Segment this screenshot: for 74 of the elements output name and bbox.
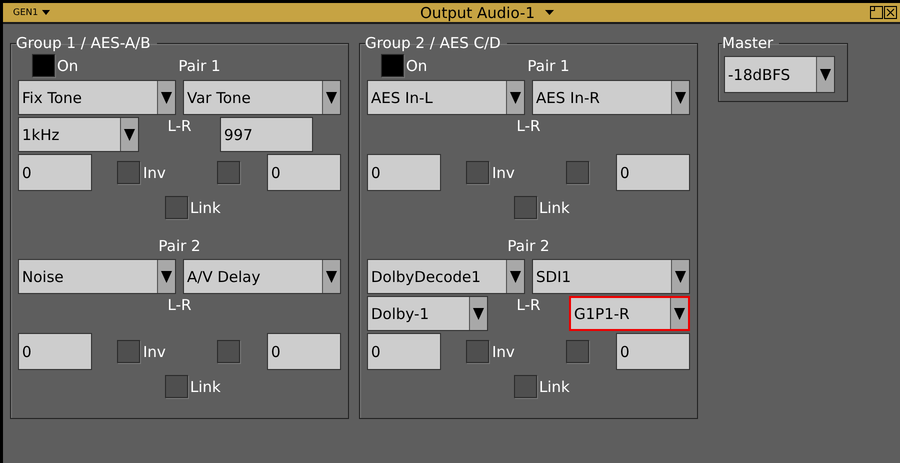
input-field[interactable]: 0 <box>616 154 690 191</box>
pair-label: Pair 2 <box>507 237 550 255</box>
close-icon[interactable] <box>884 6 897 19</box>
checkbox[interactable] <box>381 54 404 77</box>
routing-label: L-R <box>516 296 542 314</box>
checkbox-label: Inv <box>492 164 515 182</box>
checkbox[interactable] <box>566 161 589 184</box>
caret-icon <box>675 270 686 284</box>
input-field[interactable]: 0 <box>267 333 341 370</box>
checkbox[interactable] <box>165 375 188 398</box>
pair-label: Pair 1 <box>527 57 570 75</box>
input-field[interactable]: 0 <box>367 154 441 191</box>
input-field[interactable]: 997 <box>220 117 313 152</box>
checkbox-label: On <box>406 56 428 74</box>
dropdown[interactable]: Var Tone <box>183 80 341 115</box>
input-field[interactable]: 0 <box>18 154 92 191</box>
dropdown[interactable]: SDI1 <box>532 259 690 294</box>
dropdown[interactable]: G1P1-R <box>569 296 690 331</box>
caret-icon <box>161 270 172 284</box>
checkbox-label: Link <box>539 378 570 396</box>
checkbox-label: Inv <box>143 342 166 360</box>
dropdown[interactable]: -18dBFS <box>724 56 835 93</box>
checkbox[interactable] <box>566 340 589 363</box>
dropdown[interactable]: Fix Tone <box>18 80 176 115</box>
dropdown[interactable]: AES In-L <box>367 80 525 115</box>
checkbox[interactable] <box>217 161 240 184</box>
checkbox-label: Link <box>190 378 221 396</box>
dropdown[interactable]: Noise <box>18 259 176 294</box>
window-title: Output Audio-1 <box>420 4 535 22</box>
checkbox[interactable] <box>466 161 489 184</box>
routing-label: L-R <box>166 117 192 135</box>
checkbox[interactable] <box>466 340 489 363</box>
input-field[interactable]: 0 <box>267 154 341 191</box>
caret-icon <box>326 90 337 104</box>
caret-icon <box>42 10 50 15</box>
maximize-icon[interactable] <box>870 6 883 19</box>
caret-icon <box>675 90 686 104</box>
caret-icon <box>510 90 521 104</box>
input-field[interactable]: 0 <box>367 333 441 370</box>
caret-icon <box>124 128 135 142</box>
caret-icon <box>820 68 831 82</box>
dropdown[interactable]: 1kHz <box>18 117 139 152</box>
caret-icon <box>510 270 521 284</box>
group-title: Group 2 / AES C/D <box>365 34 502 52</box>
checkbox[interactable] <box>165 196 188 219</box>
checkbox-label: Link <box>539 198 570 216</box>
caret-icon <box>473 306 484 320</box>
pair-label: Pair 1 <box>178 57 221 75</box>
dropdown[interactable]: A/V Delay <box>183 259 341 294</box>
pair-label: Pair 2 <box>158 237 201 255</box>
group-title: Master <box>722 34 774 52</box>
checkbox[interactable] <box>117 340 140 363</box>
checkbox-label: Inv <box>143 164 166 182</box>
dropdown[interactable]: DolbyDecode1 <box>367 259 525 294</box>
dropdown[interactable]: AES In-R <box>532 80 690 115</box>
caret-icon <box>326 270 337 284</box>
caret-icon <box>161 90 172 104</box>
checkbox[interactable] <box>32 54 55 77</box>
input-field[interactable]: 0 <box>18 333 92 370</box>
checkbox[interactable] <box>217 340 240 363</box>
caret-icon[interactable] <box>544 10 554 15</box>
menu-button[interactable]: GEN1 <box>13 8 50 18</box>
caret-icon <box>674 306 685 320</box>
group-title: Group 1 / AES-A/B <box>16 34 152 52</box>
checkbox-label: Link <box>190 198 221 216</box>
checkbox-label: Inv <box>492 342 515 360</box>
checkbox-label: On <box>57 56 78 74</box>
routing-label: L-R <box>166 296 192 314</box>
input-field[interactable]: 0 <box>616 333 690 370</box>
checkbox[interactable] <box>514 196 537 219</box>
checkbox[interactable] <box>514 375 537 398</box>
dropdown[interactable]: Dolby-1 <box>367 296 488 331</box>
routing-label: L-R <box>516 117 542 135</box>
checkbox[interactable] <box>117 161 140 184</box>
